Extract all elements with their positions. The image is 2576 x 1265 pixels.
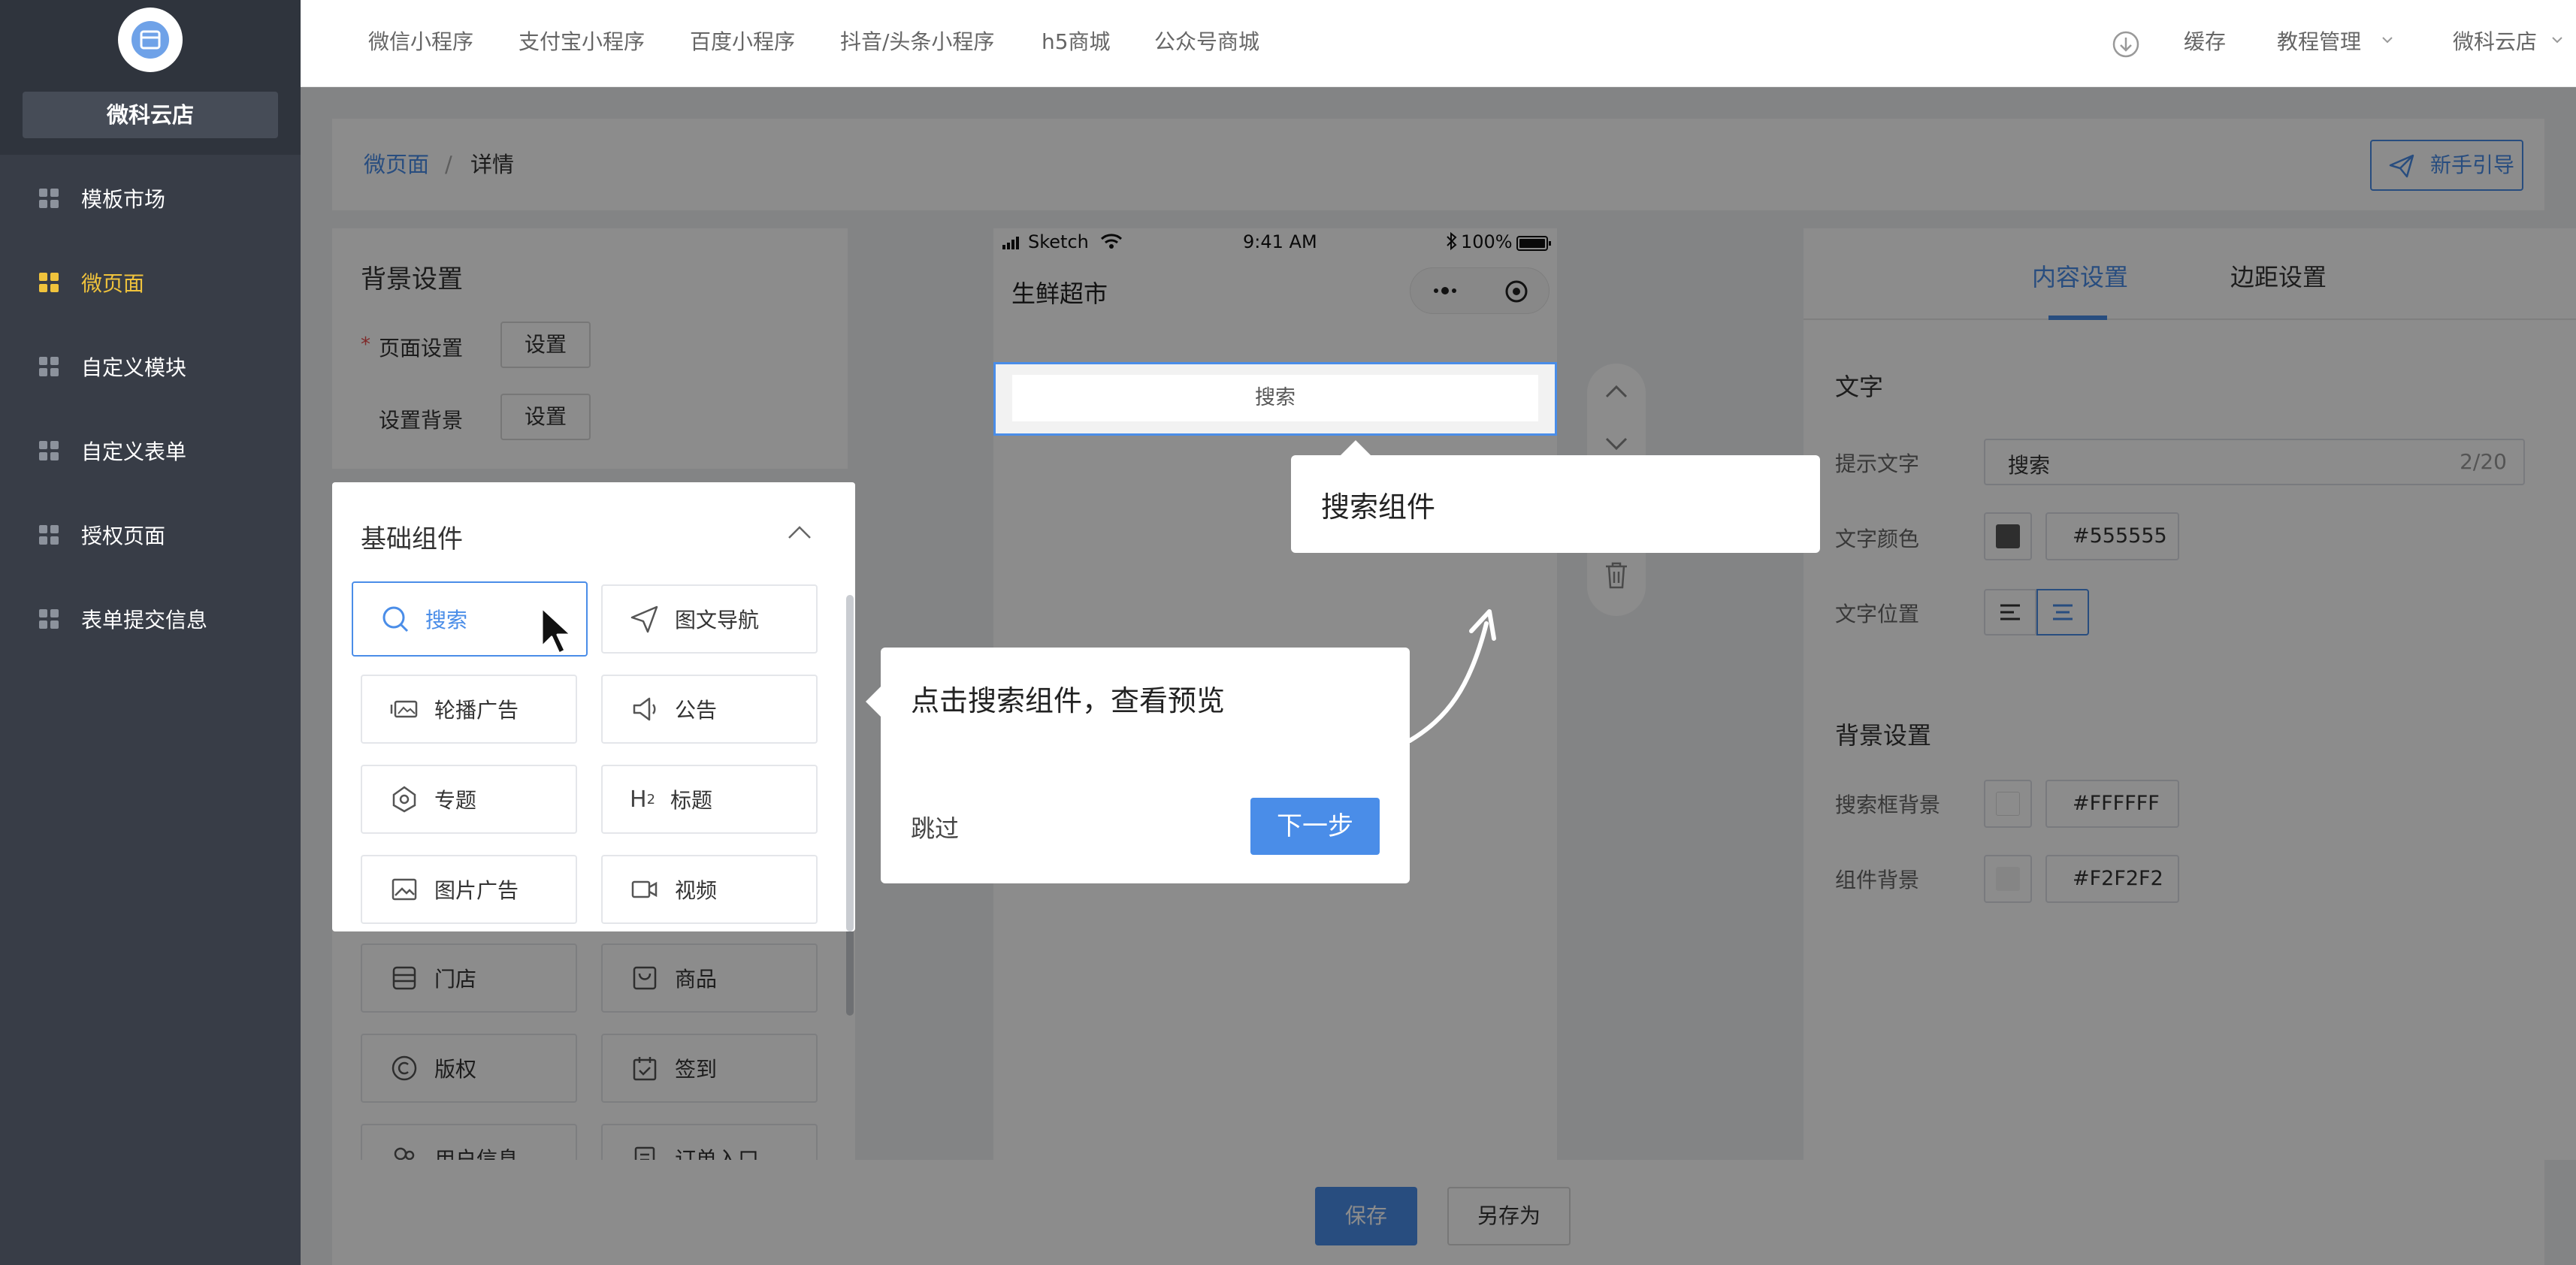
send-icon — [630, 604, 660, 634]
chevron-up-icon[interactable] — [786, 523, 813, 542]
tab-wechat-mini[interactable]: 微信小程序 — [368, 0, 473, 87]
tour-highlight-search-bar[interactable]: 搜索 — [993, 362, 1557, 436]
sidebar-item-template-market[interactable]: 模板市场 — [0, 156, 301, 240]
cache-button[interactable]: 缓存 — [2184, 0, 2226, 87]
sidebar-item-custom-form[interactable]: 自定义表单 — [0, 409, 301, 493]
component-label: 轮播广告 — [434, 698, 519, 723]
component-carousel[interactable]: 轮播广告 — [361, 675, 577, 744]
sidebar-item-label: 自定义表单 — [81, 439, 187, 464]
tab-alipay-mini[interactable]: 支付宝小程序 — [519, 0, 645, 87]
video-icon — [630, 874, 660, 904]
sidebar-item-form-submissions[interactable]: 表单提交信息 — [0, 577, 301, 661]
shop-name: 微科云店 — [23, 92, 278, 138]
tab-h5-mall[interactable]: h5商城 — [1042, 0, 1111, 87]
scrollbar[interactable] — [846, 595, 854, 931]
callout-title: 搜索组件 — [1321, 491, 1436, 524]
component-label: 公告 — [675, 698, 718, 723]
tour-next-button[interactable]: 下一步 — [1250, 798, 1380, 855]
grid-icon — [39, 441, 59, 460]
download-icon[interactable] — [2112, 30, 2140, 59]
component-image-nav[interactable]: 图文导航 — [601, 584, 818, 654]
top-bar: 微信小程序 支付宝小程序 百度小程序 抖音/头条小程序 h5商城 公众号商城 缓… — [301, 0, 2576, 87]
chevron-down-icon — [2378, 30, 2397, 50]
speaker-icon — [630, 694, 660, 724]
mouse-cursor-icon — [540, 605, 573, 655]
search-icon — [380, 604, 410, 634]
grid-icon — [39, 525, 59, 545]
heading-icon: H2 — [630, 786, 656, 813]
sidebar-item-label: 模板市场 — [81, 187, 166, 212]
component-label: 视频 — [675, 878, 718, 903]
sidebar: 微科云店 模板市场 微页面 自定义模块 自定义表单 授权页面 表单提交信息 — [0, 0, 301, 1265]
tab-douyin-mini[interactable]: 抖音/头条小程序 — [840, 0, 994, 87]
component-image-ad[interactable]: 图片广告 — [361, 855, 577, 924]
store-icon — [132, 21, 169, 59]
basic-components-title: 基础组件 — [361, 524, 463, 554]
tab-official-account-mall[interactable]: 公众号商城 — [1154, 0, 1259, 87]
carousel-icon — [389, 694, 419, 724]
sidebar-item-label: 表单提交信息 — [81, 608, 208, 632]
callout-pointer — [1341, 440, 1371, 455]
sidebar-item-label: 授权页面 — [81, 524, 166, 548]
sidebar-item-auth-page[interactable]: 授权页面 — [0, 493, 301, 577]
grid-icon — [39, 357, 59, 376]
grid-icon — [39, 189, 59, 208]
brand-area: 微科云店 — [0, 0, 301, 155]
component-label: 专题 — [434, 788, 477, 813]
component-video[interactable]: 视频 — [601, 855, 818, 924]
component-topic[interactable]: 专题 — [361, 765, 577, 834]
tab-baidu-mini[interactable]: 百度小程序 — [690, 0, 795, 87]
sidebar-item-label: 微页面 — [81, 271, 145, 296]
sidebar-item-micro-page[interactable]: 微页面 — [0, 240, 301, 325]
tour-step-popover: 点击搜索组件，查看预览 跳过 下一步 — [866, 648, 1410, 883]
account-menu[interactable]: 微科云店 — [2453, 0, 2537, 87]
topic-icon — [389, 784, 419, 814]
shop-logo — [118, 8, 183, 72]
tour-skip-button[interactable]: 跳过 — [911, 810, 959, 844]
tour-step-text: 点击搜索组件，查看预览 — [911, 684, 1226, 717]
sidebar-item-custom-module[interactable]: 自定义模块 — [0, 325, 301, 409]
grid-icon — [39, 273, 59, 292]
component-label: 标题 — [670, 788, 713, 813]
search-component-callout: 搜索组件 — [1291, 440, 1820, 553]
phone-search-box[interactable]: 搜索 — [1012, 375, 1538, 421]
chevron-down-icon — [2547, 30, 2567, 50]
tutorial-menu[interactable]: 教程管理 — [2277, 0, 2361, 87]
grid-icon — [39, 609, 59, 629]
tour-arrow-icon — [1402, 605, 1500, 748]
popover-pointer — [866, 687, 881, 717]
component-label: 搜索 — [425, 608, 468, 632]
component-notice[interactable]: 公告 — [601, 675, 818, 744]
component-label: 图文导航 — [675, 608, 760, 632]
component-label: 图片广告 — [434, 878, 519, 903]
tour-highlight-components: 基础组件 搜索 图文导航 轮播广告 公告 专题 H2 标题 图片广告 视频 — [332, 482, 855, 931]
sidebar-item-label: 自定义模块 — [81, 355, 187, 380]
image-icon — [389, 874, 419, 904]
component-heading[interactable]: H2 标题 — [601, 765, 818, 834]
